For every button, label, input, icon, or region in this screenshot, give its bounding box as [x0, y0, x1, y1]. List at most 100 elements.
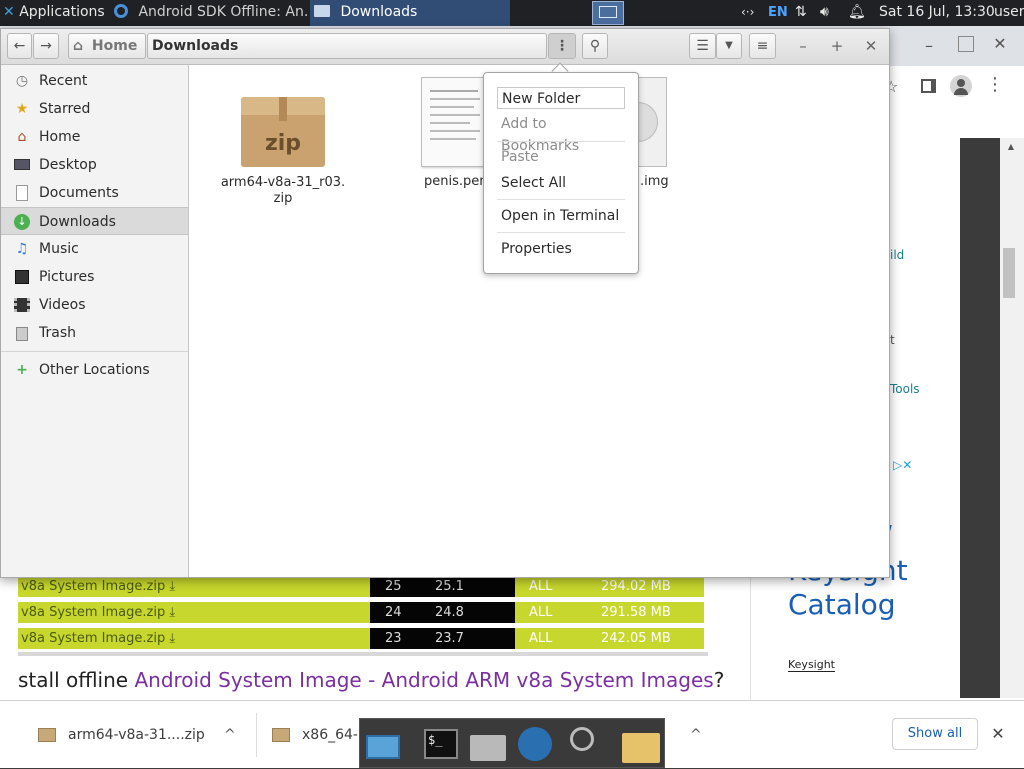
profile-avatar-icon[interactable] [950, 75, 972, 97]
sidebar-item-desktop[interactable]: Desktop [1, 151, 188, 179]
volume-icon[interactable]: 🔊︎ [820, 0, 840, 26]
show-all-button[interactable]: Show all [892, 718, 978, 750]
menu-item-properties[interactable]: Properties [497, 238, 625, 260]
browser-menu-icon[interactable]: ⋮ [986, 74, 1004, 98]
page-heading: stall offline Android System Image - And… [18, 668, 724, 692]
text-document-icon[interactable] [421, 77, 487, 167]
system-image-link[interactable]: v8a System Image.zip ⤓ [18, 628, 370, 649]
search-app-icon[interactable] [566, 725, 604, 763]
side-panel-icon[interactable] [921, 79, 936, 93]
sidebar-item-downloads[interactable]: ↓ Downloads [1, 207, 188, 235]
heading-text: stall offline [18, 668, 135, 692]
sidebar-item-home[interactable]: ⌂ Home [1, 123, 188, 151]
system-image-link[interactable]: v8a System Image.zip ⤓ [18, 602, 370, 623]
sidebar-item-label: Desktop [39, 157, 97, 173]
vertical-scrollbar[interactable]: ▲ [1000, 138, 1024, 698]
sidebar-item-starred[interactable]: ★ Starred [1, 95, 188, 123]
xfce-logo-icon: ✕ [3, 4, 15, 20]
main-menu-button[interactable]: ≡ [749, 33, 776, 59]
keyboard-layout[interactable]: EN [768, 0, 788, 26]
ad-headline[interactable]: Catalog [788, 588, 896, 621]
chevron-up-icon[interactable]: ^ [690, 701, 702, 769]
sidebar-item-videos[interactable]: Videos [1, 291, 188, 319]
sidebar-item-label: Starred [39, 101, 91, 117]
back-button[interactable]: ← [7, 33, 32, 59]
menu-item-new-folder[interactable]: New Folder [497, 87, 625, 109]
sidebar-item-recent[interactable]: ◷ Recent [1, 67, 188, 95]
folder-icon[interactable] [620, 725, 660, 763]
minimize-icon[interactable]: – [918, 36, 940, 56]
video-icon [13, 297, 31, 313]
chevron-up-icon[interactable]: ^ [224, 701, 236, 769]
close-window-icon[interactable]: ✕ [859, 35, 883, 59]
network-transfer-icon[interactable]: ⇅ [795, 0, 813, 26]
document-icon [13, 185, 31, 201]
menu-item-open-in-terminal[interactable]: Open in Terminal [497, 205, 625, 227]
sidebar-item-other-locations[interactable]: + Other Locations [1, 356, 188, 384]
download-item[interactable]: x86_64- [272, 701, 362, 769]
applications-menu[interactable]: ✕ Applications [3, 0, 109, 26]
sidebar-item-label: Documents [39, 185, 119, 201]
ad-brand[interactable]: Keysight [788, 658, 835, 672]
menu-item-paste[interactable]: Paste [497, 146, 625, 168]
scrollbar-thumb[interactable] [1003, 248, 1015, 298]
header-bar: ← → ⌂ Home Downloads ⋮ ⚲ ☰ ▼ ≡ – + ✕ [1, 29, 889, 65]
search-button[interactable]: ⚲ [582, 33, 608, 59]
applications-label: Applications [19, 4, 105, 20]
list-view-button[interactable]: ☰ [689, 33, 716, 59]
taskbar-button-browser[interactable]: Android SDK Offline: An... [110, 0, 308, 26]
close-downloads-bar-icon[interactable]: ✕ [988, 723, 1008, 745]
path-home-button[interactable]: ⌂ Home [68, 33, 146, 59]
menu-item-add-to-bookmarks[interactable]: Add to Bookmarks [497, 113, 625, 154]
adchoices-icon[interactable]: ▷✕ [893, 458, 919, 472]
sidebar-item-label: Downloads [39, 214, 116, 230]
file-name[interactable]: .img [640, 174, 669, 189]
path-current-button[interactable]: Downloads [147, 33, 547, 59]
taskbar-button-downloads[interactable]: Downloads [310, 0, 510, 26]
user-menu[interactable]: user [994, 0, 1024, 26]
sidebar-item-music[interactable]: ♫ Music [1, 235, 188, 263]
terminal-icon[interactable]: $_ [422, 725, 460, 763]
web-browser-icon[interactable] [516, 725, 554, 763]
archive-file-icon [38, 728, 56, 742]
close-icon[interactable]: ✕ [990, 34, 1010, 54]
abi: ALL [529, 579, 553, 594]
view-options-button[interactable]: ▼ [716, 33, 742, 59]
more-options-button[interactable]: ⋮ [548, 33, 576, 59]
list-icon: ☰ [696, 38, 709, 54]
sidebar-item-pictures[interactable]: Pictures [1, 263, 188, 291]
heading-link[interactable]: Android System Image - Android ARM v8a S… [134, 668, 713, 692]
file-size: 291.58 MB [601, 605, 671, 620]
notification-bell-icon[interactable]: 🔔︎ [848, 0, 864, 26]
sidebar-item-label: Trash [39, 325, 76, 341]
maximize-window-icon[interactable]: + [825, 35, 849, 59]
workspace-switcher[interactable] [592, 1, 624, 25]
side-link-fragment[interactable]: ild [890, 248, 904, 262]
sidebar-item-label: Other Locations [39, 362, 150, 378]
heading-text: ? [713, 668, 725, 692]
divider [497, 141, 625, 142]
home-folder-icon[interactable] [468, 725, 506, 763]
forward-button[interactable]: → [33, 33, 59, 59]
file-name[interactable]: penis.pen [424, 174, 488, 189]
scroll-up-icon[interactable]: ▲ [1004, 142, 1018, 151]
side-link-fragment[interactable]: Tools [890, 382, 920, 396]
menu-item-select-all[interactable]: Select All [497, 172, 625, 194]
sidebar-item-trash[interactable]: Trash [1, 319, 188, 347]
maximize-icon[interactable] [958, 36, 974, 52]
revision: 24.8 [435, 605, 464, 620]
show-desktop-icon[interactable] [364, 725, 402, 763]
api-level: 25 [385, 579, 402, 594]
sidebar-item-label: Home [39, 129, 81, 145]
path-segment: Downloads [152, 38, 239, 54]
top-panel: ✕ Applications Android SDK Offline: An..… [0, 0, 1024, 26]
file-name-line: arm64-v8a-31_r03. [220, 175, 346, 190]
network-arrows-icon[interactable]: ‹·› [741, 0, 763, 26]
task-label: Android SDK Offline: An... [138, 4, 308, 20]
download-item[interactable]: arm64-v8a-31....zip ^ [38, 701, 248, 769]
api-level: 24 [385, 605, 402, 620]
file-item-zip[interactable]: zip arm64-v8a-31_r03. zip [213, 91, 353, 207]
sidebar-item-documents[interactable]: Documents [1, 179, 188, 207]
minimize-window-icon[interactable]: – [791, 35, 815, 59]
system-image-link[interactable]: v8a System Image.zip ⤓ [18, 576, 370, 597]
